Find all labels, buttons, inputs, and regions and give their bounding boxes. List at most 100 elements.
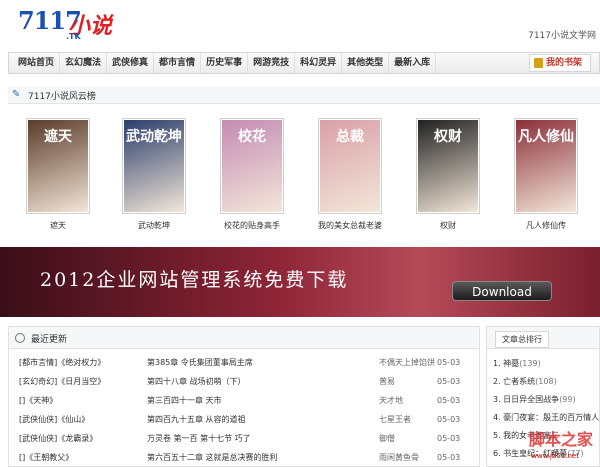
author-name: 天才地 <box>379 396 403 405</box>
book-title[interactable]: 武动乾坤 <box>114 220 194 231</box>
ranking-item[interactable]: 4. 豪门夜宴：殷王的百万情人 <box>493 409 599 427</box>
book-cover-art: 权财 <box>418 120 478 212</box>
featured-header: ✎ 7117小说风云榜 <box>8 86 600 104</box>
book-card[interactable]: 校花 校花的贴身高手 <box>212 118 292 231</box>
update-date: 05-03 <box>437 453 461 462</box>
site-logo[interactable]: 7117 小说 .TK <box>18 6 128 42</box>
nav-item[interactable]: 玄幻魔法 <box>60 53 108 73</box>
chapter-link[interactable]: 第四十八章 战场初萌（下） <box>147 372 379 391</box>
author-name: 御僧 <box>379 434 395 443</box>
novel-name-link[interactable]: [玄幻奇幻]《日月当空》 <box>19 372 147 391</box>
ranking-item[interactable]: 3. 日日异全国战争(99) <box>493 391 599 409</box>
chapter-link[interactable]: 第三百四十一章 天市 <box>147 391 379 410</box>
book-cover-art: 遮天 <box>28 120 88 212</box>
featured-books: 遮天 遮天 武动乾坤 武动乾坤 校花 校花的贴身高手 总裁 我的美女总裁老婆 权财 权财 凡人修仙凡… <box>8 118 600 238</box>
book-cover-art: 校花 <box>222 120 282 212</box>
ranking-count: (139) <box>519 359 541 368</box>
bookshelf-label: 我的书架 <box>545 58 582 68</box>
ranking-label: 3. 日日异全国战争 <box>493 395 560 404</box>
author-name: 不偶天上掉馅饼 <box>379 358 435 367</box>
table-row: [武侠仙侠]《仙山》 第四百九十五章 从容的道祖 七星王者 05-03 <box>19 410 471 429</box>
book-card[interactable]: 总裁我的美女总裁老婆 <box>310 118 390 231</box>
novel-name-link[interactable]: []《王朝教父》 <box>19 448 147 467</box>
ranking-label: 1. 神墓 <box>493 359 520 368</box>
book-cover-art: 凡人修仙 <box>516 120 576 212</box>
site-name: 7117小说文学网 <box>528 31 596 41</box>
bookshelf-button[interactable]: 我的书架 <box>528 54 591 72</box>
main-nav: 网站首页 玄幻魔法 武侠修真 都市言情 历史军事 网游竞技 科幻灵异 其他类型 最新入库 我的书… <box>8 52 600 74</box>
tab-ranking[interactable]: 文章总排行 <box>495 331 549 348</box>
book-cover-text: 遮天 <box>44 129 72 145</box>
latest-updates: 最近更新 [都市言情]《绝对权力》 第385章 令氏集团董事局主席 不偶天上掉馅饼 0… <box>8 326 480 467</box>
nav-item[interactable]: 武侠修真 <box>107 53 155 73</box>
book-card[interactable]: 武动乾坤 武动乾坤 <box>114 118 194 231</box>
book-title[interactable]: 遮天 <box>18 220 98 231</box>
nav-item[interactable]: 其他类型 <box>342 53 390 73</box>
update-date: 05-03 <box>437 415 461 424</box>
author-name: 普易 <box>379 377 395 386</box>
pin-icon: ✎ <box>12 89 21 100</box>
watermark-url: www.jb51.net <box>531 452 579 460</box>
featured-title: 7117小说风云榜 <box>28 92 96 102</box>
watermark-logo: 脚本之家 <box>528 430 593 449</box>
book-title[interactable]: 凡人修仙传 <box>506 220 586 231</box>
nav-item[interactable]: 最新入库 <box>389 53 437 73</box>
book-card[interactable]: 权财 权财 <box>408 118 488 231</box>
chapter-link[interactable]: 第四百九十五章 从容的道祖 <box>147 410 379 429</box>
book-cover-art: 总裁 <box>320 120 380 212</box>
book-cover-text: 校花 <box>238 129 266 145</box>
book-cover[interactable]: 校花 <box>220 118 284 214</box>
book-cover[interactable]: 权财 <box>416 118 480 214</box>
update-date: 05-03 <box>437 377 461 386</box>
book-card[interactable]: 遮天 遮天 <box>18 118 98 231</box>
book-title[interactable]: 校花的贴身高手 <box>212 220 292 231</box>
chapter-link[interactable]: 第六百五十二章 这就是总决赛的胜利 <box>147 448 379 467</box>
latest-rows: [都市言情]《绝对权力》 第385章 令氏集团董事局主席 不偶天上掉馅饼 05-03[… <box>9 349 479 467</box>
book-card[interactable]: 凡人修仙 凡人修仙传 <box>506 118 586 231</box>
book-cover[interactable]: 总裁 <box>318 118 382 214</box>
book-cover-text: 凡人修仙 <box>518 129 574 145</box>
table-row: [武侠仙侠]《龙霸录》 万灵卷 第一百 第十七节 巧了 御僧 05-03 <box>19 429 471 448</box>
banner-text: 2012企业网站管理系统免费下载 <box>40 269 349 291</box>
table-row: []《天神》 第三百四十一章 天市 天才地 05-03 <box>19 391 471 410</box>
latest-title: 最近更新 <box>31 335 68 345</box>
update-date: 05-03 <box>437 358 461 367</box>
nav-item[interactable]: 历史军事 <box>201 53 249 73</box>
nav-item[interactable]: 网游竞技 <box>248 53 296 73</box>
ranking-item[interactable]: 1. 神墓(139) <box>493 355 599 373</box>
table-row: []《王朝教父》 第六百五十二章 这就是总决赛的胜利 雨闲黄鱼骨 05-03 <box>19 448 471 467</box>
book-title[interactable]: 我的美女总裁老婆 <box>310 220 390 231</box>
book-cover-art: 武动乾坤 <box>124 120 184 212</box>
header: 7117 小说 .TK 7117小说文学网 <box>0 0 600 48</box>
ranking-item[interactable]: 2. 亡者系统(108) <box>493 373 599 391</box>
ad-banner[interactable]: 2012企业网站管理系统免费下载 Download <box>0 247 600 317</box>
book-cover[interactable]: 凡人修仙 <box>514 118 578 214</box>
novel-name-link[interactable]: [武侠仙侠]《龙霸录》 <box>19 429 147 448</box>
download-button[interactable]: Download <box>452 281 552 301</box>
nav-items: 网站首页 玄幻魔法 武侠修真 都市言情 历史军事 网游竞技 科幻灵异 其他类型 最新入库 <box>13 53 437 73</box>
table-row: [都市言情]《绝对权力》 第385章 令氏集团董事局主席 不偶天上掉馅饼 05-03 <box>19 353 471 372</box>
ranking-label: 4. 豪门夜宴：殷王的百万情人 <box>493 413 599 422</box>
chapter-link[interactable]: 第385章 令氏集团董事局主席 <box>147 353 379 372</box>
latest-header: 最近更新 <box>9 327 479 349</box>
book-cover-text: 武动乾坤 <box>126 129 182 145</box>
ranking-count: (99) <box>559 395 576 404</box>
nav-item[interactable]: 都市言情 <box>154 53 202 73</box>
novel-name-link[interactable]: [武侠仙侠]《仙山》 <box>19 410 147 429</box>
clock-icon <box>15 333 25 343</box>
author-name: 七星王者 <box>379 415 411 424</box>
update-date: 05-03 <box>437 396 461 405</box>
nav-item[interactable]: 网站首页 <box>13 53 61 73</box>
nav-item[interactable]: 科幻灵异 <box>295 53 343 73</box>
book-icon <box>533 58 543 68</box>
book-title[interactable]: 权财 <box>408 220 488 231</box>
novel-name-link[interactable]: []《天神》 <box>19 391 147 410</box>
ranking-header: 文章总排行 <box>487 327 599 349</box>
book-cover[interactable]: 遮天 <box>26 118 90 214</box>
ranking-panel: 文章总排行 1. 神墓(139) 2. 亡者系统(108) 3. 日日异全国战争(9… <box>486 326 600 467</box>
book-cover-text: 权财 <box>434 129 462 145</box>
novel-name-link[interactable]: [都市言情]《绝对权力》 <box>19 353 147 372</box>
book-cover[interactable]: 武动乾坤 <box>122 118 186 214</box>
author-name: 雨闲黄鱼骨 <box>379 453 419 462</box>
chapter-link[interactable]: 万灵卷 第一百 第十七节 巧了 <box>147 429 379 448</box>
